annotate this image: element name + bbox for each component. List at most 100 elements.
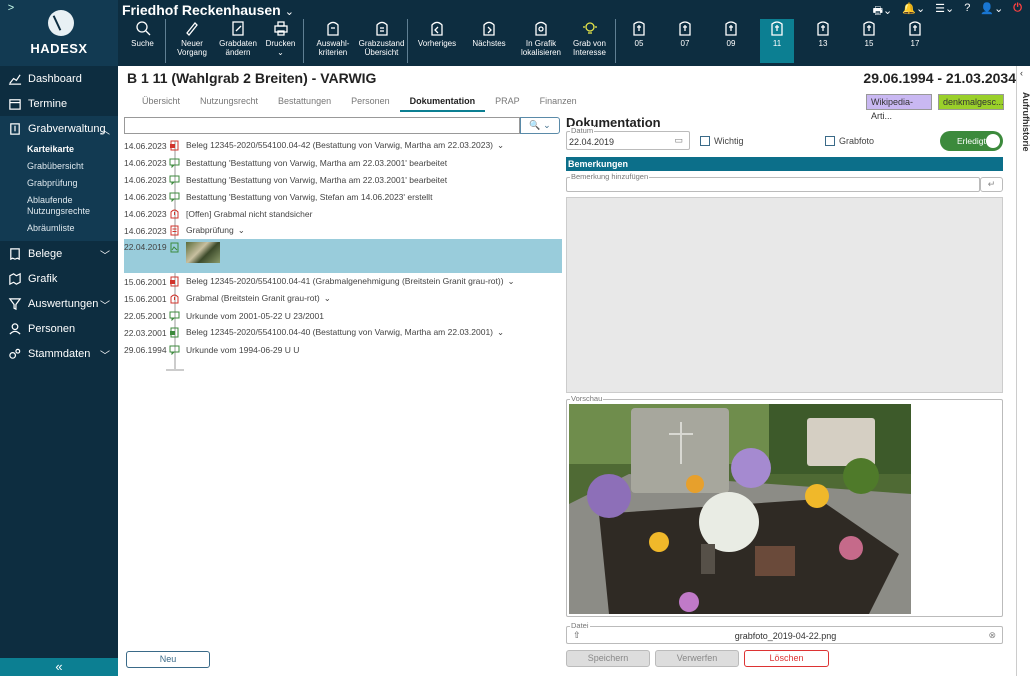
sidebar-item-auswertungen[interactable]: Auswertungen ﹀: [0, 291, 118, 316]
grave-nav-07[interactable]: 07: [668, 19, 702, 63]
person-icon: [8, 322, 22, 336]
tab-bestattungen[interactable]: Bestattungen: [268, 96, 341, 112]
grave-nav-05[interactable]: 05: [622, 19, 656, 63]
toolbar-button-pen[interactable]: Neuer Vorgang: [172, 19, 212, 63]
toolbar-button-search[interactable]: Suche: [126, 19, 166, 63]
power-icon[interactable]: ⏻: [1013, 2, 1022, 21]
calendar-icon[interactable]: ▭: [674, 135, 683, 146]
cemetery-selector[interactable]: Friedhof Reckenhausen ⌄: [122, 2, 294, 18]
grave-list-icon: [373, 19, 391, 37]
grave-photo-checkbox[interactable]: Grabfoto: [825, 136, 874, 146]
sidebar-subitem-karteikarte[interactable]: Karteikarte: [0, 141, 118, 158]
add-remark-button[interactable]: ↵: [980, 177, 1003, 192]
sidebar-item-dashboard[interactable]: Dashboard: [0, 66, 118, 91]
sidebar-subitem-abräumliste[interactable]: Abräumliste: [0, 220, 118, 237]
timeline-entry[interactable]: 14.06.2023 [Offen] Grabmal nicht standsic…: [124, 205, 562, 222]
sidebar-subitem-grabprüfung[interactable]: Grabprüfung: [0, 175, 118, 192]
grave-nav-17[interactable]: 17: [898, 19, 932, 63]
filter-menu-icon[interactable]: ☰⌄: [935, 2, 954, 21]
entry-date: 22.03.2001: [124, 327, 167, 338]
chevron-left-icon[interactable]: ‹: [1020, 68, 1023, 78]
grave-nav-13[interactable]: 13: [806, 19, 840, 63]
excel-icon: [169, 327, 180, 338]
timeline-entry[interactable]: 14.06.2023 Beleg 12345-2020/554100.04-42 …: [124, 137, 562, 154]
timeline-search-button[interactable]: 🔍 ⌄: [520, 117, 560, 134]
sidebar-item-grafik[interactable]: Grafik: [0, 266, 118, 291]
help-icon[interactable]: ?: [964, 2, 970, 21]
sidebar-item-personen[interactable]: Personen: [0, 316, 118, 341]
timeline-entry[interactable]: 14.06.2023 Grabprüfung ⌄: [124, 222, 562, 239]
new-button[interactable]: Neu: [126, 651, 210, 668]
save-button[interactable]: Speichern: [566, 650, 650, 667]
timeline-search-input[interactable]: [124, 117, 520, 134]
discard-button[interactable]: Verwerfen: [655, 650, 739, 667]
print-menu-icon[interactable]: 🖶⌄: [873, 2, 893, 21]
grave-admin-icon: [8, 122, 22, 136]
timeline-entry[interactable]: 29.06.1994 Urkunde vom 1994-06-29 U U: [124, 341, 562, 358]
tab-finanzen[interactable]: Finanzen: [530, 96, 587, 112]
remark-input[interactable]: Bemerkung hinzufügen: [566, 172, 980, 192]
chart-icon: [8, 72, 22, 86]
entry-date: 22.05.2001: [124, 310, 167, 321]
timeline-entry[interactable]: 15.06.2001 Beleg 12345-2020/554100.04-41 …: [124, 273, 562, 290]
checkbox-box[interactable]: [825, 136, 835, 146]
grave-number: 17: [910, 39, 920, 48]
grave-nav-11[interactable]: 11: [760, 19, 794, 63]
timeline-entry[interactable]: 14.06.2023 Bestattung 'Bestattung von Var…: [124, 188, 562, 205]
toolbar-button-grave[interactable]: Auswahl-kriterien: [310, 19, 356, 63]
page-dates: 29.06.1994 - 21.03.2034: [863, 70, 1016, 86]
tab-nutzungsrecht[interactable]: Nutzungsrecht: [190, 96, 268, 112]
tab-übersicht[interactable]: Übersicht: [132, 96, 190, 112]
sidebar-item-termine[interactable]: Termine: [0, 91, 118, 116]
chevron-down-icon[interactable]: ⌄: [238, 225, 245, 235]
grave-number: 15: [864, 39, 874, 48]
timeline-entry[interactable]: 22.05.2001 Urkunde vom 2001-05-22 U 23/20…: [124, 307, 562, 324]
toolbar-button-bulb[interactable]: Grab von Interesse: [570, 19, 616, 63]
done-toggle[interactable]: Erledigt: [940, 131, 1003, 151]
toolbar-button-prev-grave[interactable]: Vorheriges: [414, 19, 460, 63]
delete-button[interactable]: Löschen: [744, 650, 829, 667]
timeline-entry[interactable]: 22.04.2019: [124, 239, 562, 273]
file-name: grabfoto_2019-04-22.png: [734, 631, 837, 641]
photo-thumbnail[interactable]: [186, 242, 220, 263]
timeline-entry[interactable]: 15.06.2001 Grabmal (Breitstein Granit gra…: [124, 290, 562, 307]
map-icon: [8, 272, 22, 286]
monument-tag[interactable]: denkmalgesc...: [938, 94, 1004, 110]
chevron-down-icon: ﹀: [100, 301, 110, 312]
grave-nav-09[interactable]: 09: [714, 19, 748, 63]
sidebar-subitem-grabübersicht[interactable]: Grabübersicht: [0, 158, 118, 175]
collapse-sidebar-icon[interactable]: «: [0, 658, 118, 676]
sidebar-item-belege[interactable]: Belege ﹀: [0, 241, 118, 266]
user-icon[interactable]: 👤⌄: [980, 2, 1003, 21]
file-field[interactable]: Datei ⇧ grabfoto_2019-04-22.png ⊗: [566, 621, 1003, 644]
toolbar-button-next-grave[interactable]: Nächstes: [466, 19, 512, 63]
bell-icon[interactable]: 🔔⌄: [902, 2, 925, 21]
pen-icon: [183, 19, 201, 37]
toolbar-button-locate[interactable]: In Grafik lokalisieren: [518, 19, 564, 63]
date-field[interactable]: Datum 22.04.2019 ▭: [566, 126, 690, 150]
sidebar-item-stammdaten[interactable]: Stammdaten ﹀: [0, 341, 118, 366]
tab-dokumentation[interactable]: Dokumentation: [399, 96, 486, 112]
chevron-down-icon[interactable]: ⌄: [324, 293, 331, 303]
important-checkbox[interactable]: Wichtig: [700, 136, 744, 146]
grave-nav-15[interactable]: 15: [852, 19, 886, 63]
chevron-down-icon[interactable]: ⌄: [508, 276, 515, 286]
wikipedia-tag[interactable]: Wikipedia-Arti...: [866, 94, 932, 121]
sidebar-subitem-ablaufende-nutzungsrechte[interactable]: Ablaufende Nutzungsrechte: [0, 192, 118, 220]
chevron-down-icon[interactable]: ⌄: [497, 327, 504, 337]
toolbar-button-printer[interactable]: Drucken ⌄: [264, 19, 304, 63]
timeline-entry[interactable]: 14.06.2023 Bestattung 'Bestattung von Var…: [124, 154, 562, 171]
entry-text: Grabprüfung ⌄: [186, 225, 245, 235]
timeline-entry[interactable]: 22.03.2001 Beleg 12345-2020/554100.04-40 …: [124, 324, 562, 341]
tab-prap[interactable]: PRAP: [485, 96, 530, 112]
clear-icon[interactable]: ⊗: [988, 630, 996, 641]
toolbar-button-edit-doc[interactable]: Grabdaten ändern: [218, 19, 258, 63]
history-strip[interactable]: ‹ Aufrufhistorie: [1016, 66, 1030, 676]
toolbar-button-grave-list[interactable]: Grabzustand Übersicht: [359, 19, 408, 63]
expand-icon[interactable]: >: [4, 2, 18, 14]
checkbox-box[interactable]: [700, 136, 710, 146]
timeline-entry[interactable]: 14.06.2023 Bestattung 'Bestattung von Var…: [124, 171, 562, 188]
chevron-down-icon[interactable]: ⌄: [497, 140, 504, 150]
tab-personen[interactable]: Personen: [341, 96, 400, 112]
sidebar-item-grabverwaltung[interactable]: Grabverwaltung ︿: [0, 116, 118, 141]
